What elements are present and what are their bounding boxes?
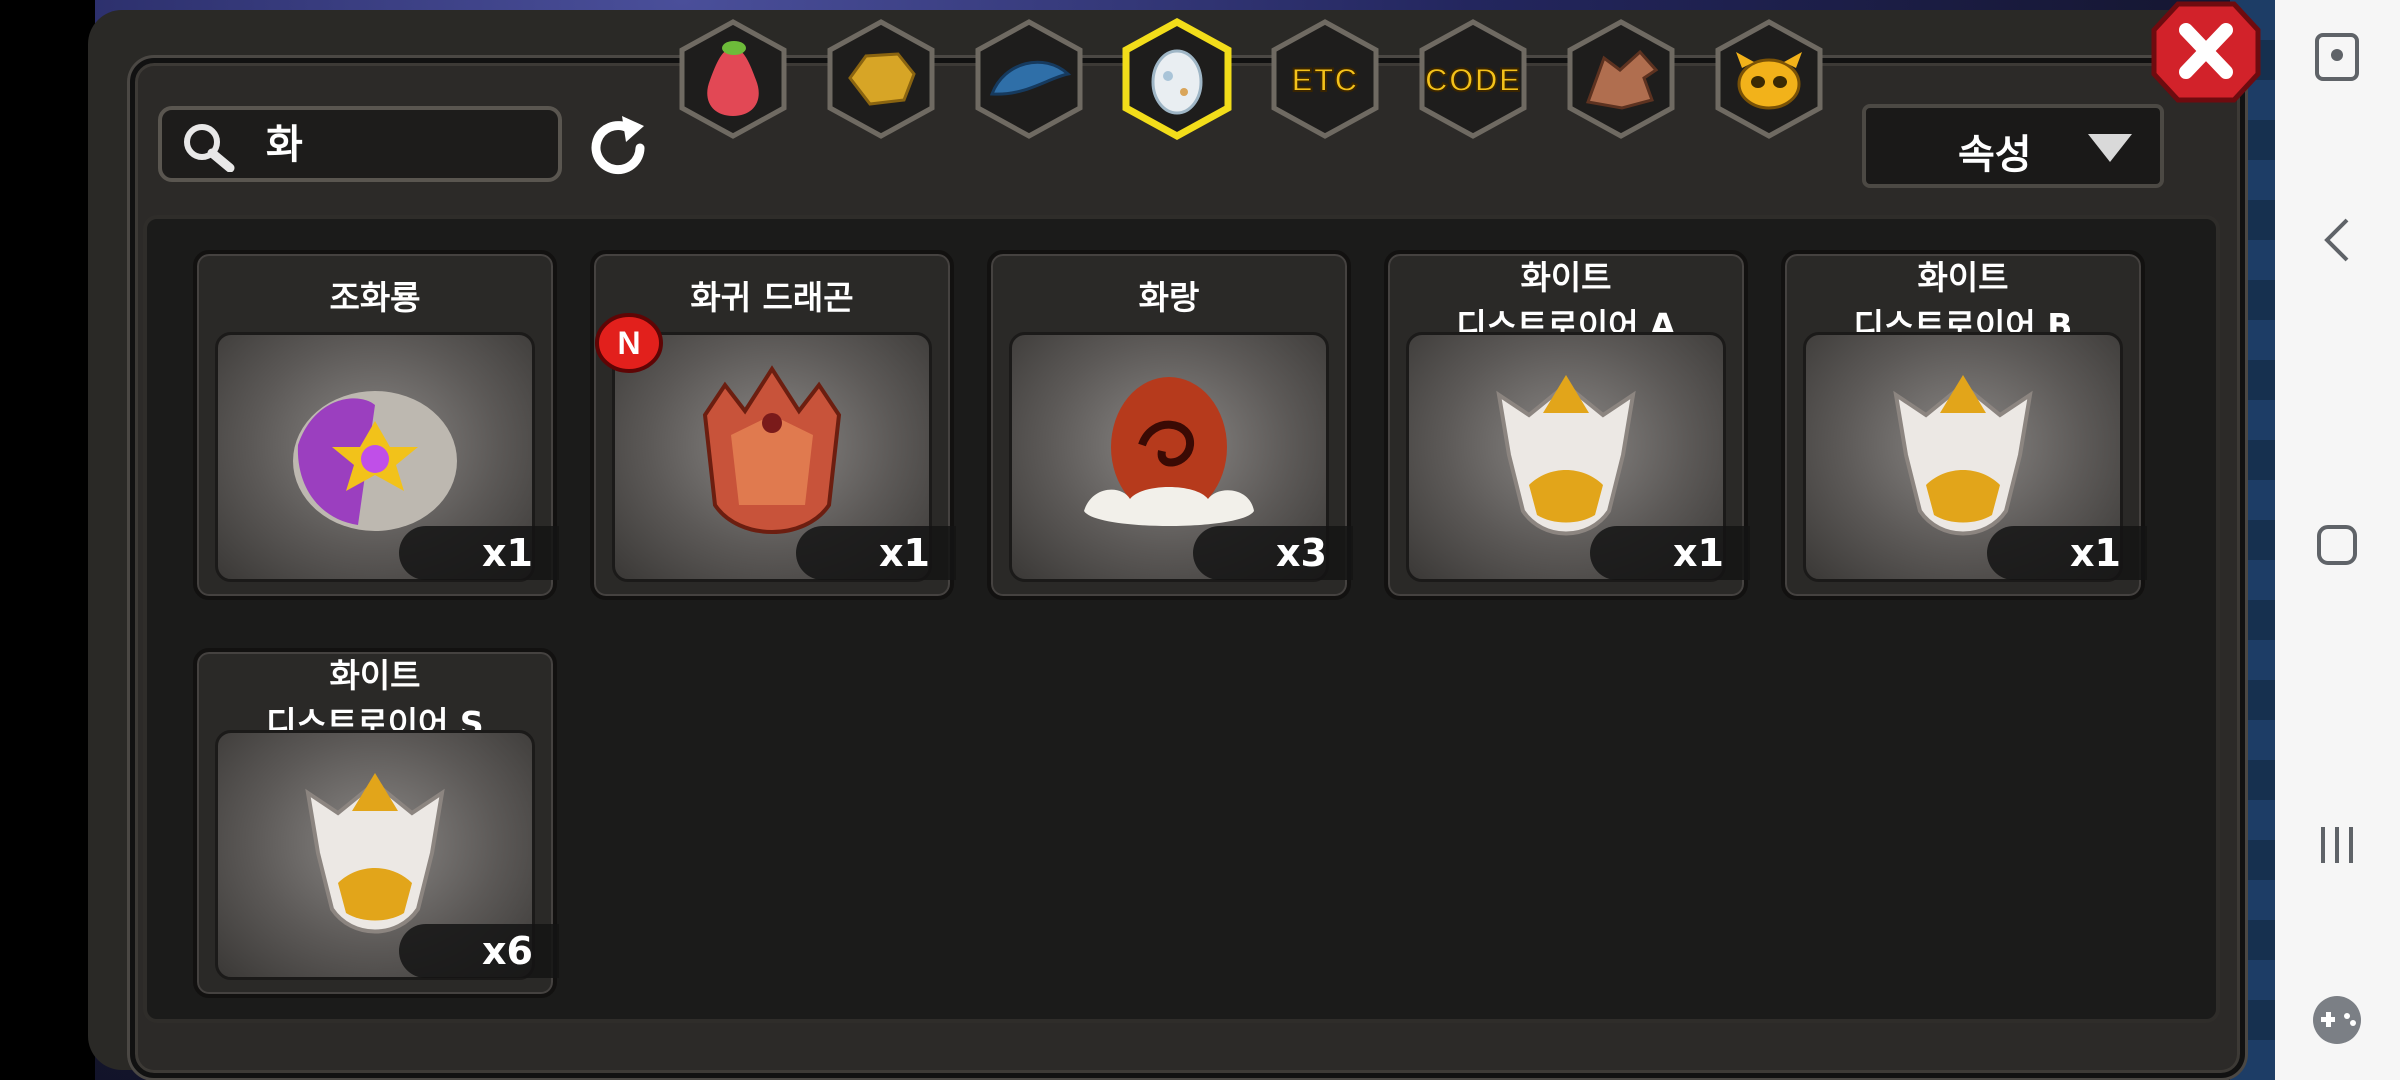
item-card[interactable]: 화이트 디스트로이어 S x6	[193, 648, 559, 998]
tab-dragon[interactable]	[1560, 18, 1682, 140]
new-badge-icon: N	[595, 313, 663, 373]
item-name: 조화룡	[329, 278, 421, 317]
item-quantity: x1	[796, 526, 956, 580]
search-query: 화	[266, 122, 303, 168]
gamepad-icon[interactable]	[2275, 985, 2400, 1055]
tab-fruit[interactable]	[672, 18, 794, 140]
item-name: 화랑	[1138, 278, 1200, 317]
tab-etc-label: ETC	[1291, 61, 1359, 99]
search-icon	[184, 124, 235, 172]
item-quantity: x1	[399, 526, 559, 580]
left-edge	[0, 0, 95, 1080]
item-card[interactable]: 화이트 디스트로이어 A x1	[1384, 250, 1750, 600]
refresh-icon[interactable]	[582, 112, 654, 184]
tab-code-label: CODE	[1424, 61, 1522, 99]
sort-label: 속성	[1958, 132, 2032, 178]
new-badge-label: N	[617, 325, 640, 361]
back-icon[interactable]	[2275, 210, 2400, 270]
item-card[interactable]: 화랑 x3	[987, 250, 1353, 600]
item-card[interactable]: 화귀 드래곤 x1	[590, 250, 956, 600]
system-nav-bar	[2275, 0, 2400, 1080]
search-box[interactable]: 화	[158, 106, 562, 182]
item-quantity: x3	[1193, 526, 1353, 580]
close-button[interactable]	[2150, 0, 2262, 104]
tab-code[interactable]: CODE	[1412, 18, 1534, 140]
tab-mask[interactable]	[1708, 18, 1830, 140]
touch-lock-icon[interactable]	[2275, 25, 2400, 95]
tab-egg[interactable]	[1116, 18, 1238, 140]
tab-ore[interactable]	[820, 18, 942, 140]
item-card[interactable]: 화이트 디스트로이어 B x1	[1781, 250, 2147, 600]
item-quantity: x1	[1987, 526, 2147, 580]
item-card[interactable]: 조화룡 x1	[193, 250, 559, 600]
home-icon[interactable]	[2275, 515, 2400, 575]
tab-etc[interactable]: ETC	[1264, 18, 1386, 140]
egg-icon	[1151, 49, 1203, 115]
recent-apps-icon[interactable]	[2275, 815, 2400, 875]
item-quantity: x6	[399, 924, 559, 978]
mask-icon	[1736, 52, 1802, 110]
sort-dropdown[interactable]: 속성	[1862, 104, 2164, 188]
tab-scale[interactable]	[968, 18, 1090, 140]
chevron-down-icon	[2088, 134, 2132, 162]
item-quantity: x1	[1590, 526, 1750, 580]
